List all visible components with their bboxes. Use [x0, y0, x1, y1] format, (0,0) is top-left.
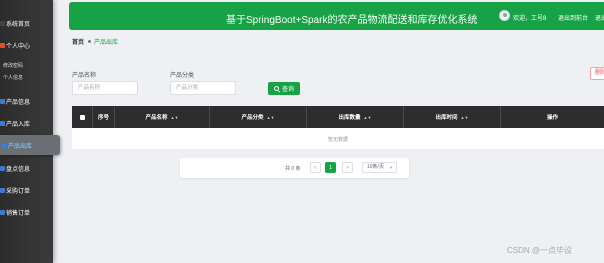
system-title: 基于SpringBoot+Spark的农产品物流配送和库存优化系统 [226, 15, 478, 26]
delete-button[interactable]: 删除 [590, 67, 604, 80]
sort-icon: ▲▼ [460, 114, 469, 120]
list-icon [0, 98, 5, 104]
welcome-user-label: 欢迎，工号8 [513, 16, 547, 22]
avatar[interactable] [499, 10, 510, 21]
sort-icon: ▲▼ [170, 114, 179, 120]
sidebar-item-label: 系统首页 [6, 21, 31, 28]
breadcrumb: 首页 产品出库 [72, 37, 118, 46]
sidebar-subitem-profile[interactable]: 个人信息 [3, 74, 23, 81]
sidebar-item-home[interactable]: 系统首页 [0, 15, 53, 31]
chevron-down-icon: ▼ [389, 165, 393, 170]
total-count: 共 0 条 [285, 166, 301, 172]
search-icon [273, 86, 279, 91]
sidebar-item-purchase-orders[interactable]: 采购订单 [0, 182, 53, 198]
sort-icon: ▲▼ [363, 114, 372, 120]
sidebar-item-label: 产品入库 [6, 121, 31, 128]
inbox-icon [0, 120, 5, 126]
sort-icon: ▲▼ [266, 114, 275, 120]
page-number-1[interactable]: 1 [325, 162, 336, 173]
sidebar-item-personal-center[interactable]: 个人中心 [0, 37, 53, 53]
product-name-input[interactable]: 产品名称 [72, 81, 138, 95]
product-category-label: 产品分类 [170, 73, 195, 79]
sidebar-item-product-info[interactable]: 产品信息 [0, 93, 53, 109]
sidebar-item-product-inbound[interactable]: 产品入库 [0, 115, 53, 131]
sidebar-item-label: 采购订单 [6, 188, 31, 195]
column-header-product-category[interactable]: 产品分类 ▲▼ [209, 106, 306, 128]
page-size-select[interactable]: 10条/页 ▼ [362, 162, 397, 173]
sidebar: 系统首页 个人中心 修改密码 个人信息 产品信息 产品入库 产品出库 盘点信息 … [0, 0, 60, 263]
pagination: 共 0 条 < 1 > 10条/页 ▼ [180, 158, 409, 178]
sidebar-item-sales-orders[interactable]: 销售订单 [0, 204, 53, 220]
breadcrumb-current: 产品出库 [94, 40, 119, 46]
next-page-button[interactable]: > [342, 162, 353, 173]
sidebar-item-label: 产品出库 [8, 143, 33, 150]
prev-page-button[interactable]: < [310, 162, 321, 173]
user-icon [0, 42, 5, 48]
product-name-label: 产品名称 [72, 73, 97, 79]
select-all-checkbox[interactable] [72, 106, 92, 128]
column-header-actions: 操作 [500, 106, 604, 128]
sidebar-item-inventory[interactable]: 盘点信息 [0, 160, 53, 176]
breadcrumb-separator-icon [88, 40, 92, 44]
checkbox-icon [79, 114, 85, 120]
table-header: 序号 产品名称 ▲▼ 产品分类 ▲▼ 出库数量 ▲▼ 出库时间 ▲▼ 操作 [72, 106, 604, 128]
sidebar-item-label: 产品信息 [6, 99, 31, 106]
sidebar-subitem-change-password[interactable]: 修改密码 [3, 62, 23, 69]
column-header-outbound-quantity[interactable]: 出库数量 ▲▼ [306, 106, 403, 128]
check-icon [0, 165, 5, 171]
product-category-input[interactable]: 产品分类 [170, 81, 236, 95]
sidebar-item-label: 销售订单 [6, 210, 31, 217]
home-icon [0, 20, 5, 26]
sidebar-item-label: 个人中心 [6, 43, 31, 50]
column-header-index: 序号 [92, 106, 114, 128]
watermark: CSDN @一点毕设 [507, 246, 573, 255]
order-icon [0, 209, 5, 215]
sidebar-item-label: 盘点信息 [6, 166, 31, 173]
top-header: 基于SpringBoot+Spark的农产品物流配送和库存优化系统 欢迎，工号8… [69, 2, 604, 30]
search-button[interactable]: 查询 [268, 82, 300, 95]
sidebar-item-product-outbound[interactable]: 产品出库 [0, 135, 60, 155]
column-header-outbound-time[interactable]: 出库时间 ▲▼ [403, 106, 500, 128]
table-body: 暂无数据 [72, 128, 604, 150]
cart-icon [0, 187, 5, 193]
back-to-frontend-link[interactable]: 退出到前台 [558, 13, 588, 22]
empty-state-text: 暂无数据 [327, 137, 348, 143]
logout-link[interactable]: 退出 [595, 13, 604, 22]
column-header-product-name[interactable]: 产品名称 ▲▼ [114, 106, 209, 128]
outbox-icon [2, 142, 7, 148]
breadcrumb-home[interactable]: 首页 [72, 40, 84, 46]
